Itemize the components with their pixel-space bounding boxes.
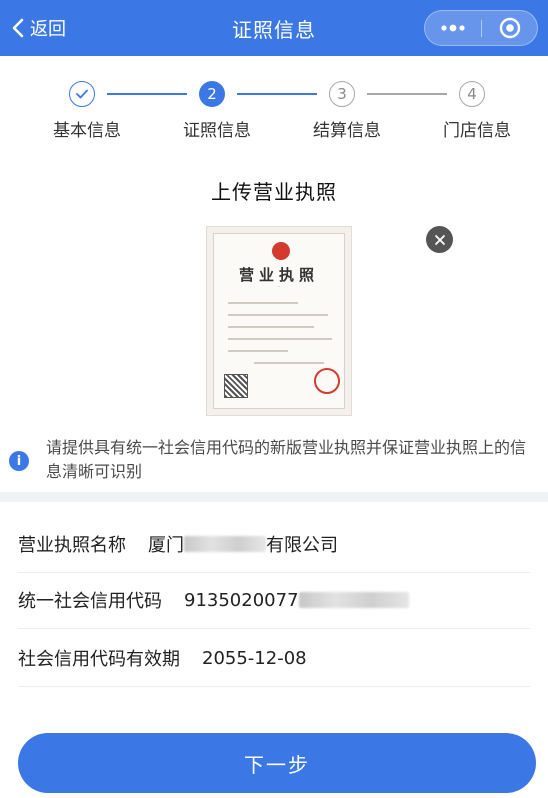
step-connector-3 [367,93,447,95]
step-1-label: 基本信息 [53,121,121,141]
step-3-number: 3 [337,85,347,103]
nav-bar: 返回 证照信息 [0,0,548,56]
step-3-label: 结算信息 [313,121,381,141]
field-separator [18,686,530,687]
redacted-text [184,536,266,552]
business-license-image[interactable]: 营业执照 · [206,226,352,416]
license-text-line [228,302,298,304]
close-icon [434,234,445,245]
qr-code-icon [224,374,248,398]
license-name-prefix: 厦门 [148,535,184,556]
license-subtitle-mark: · [278,284,280,291]
code-validity-value: 2055-12-08 [202,647,307,669]
field-separator [18,628,530,629]
code-validity-label: 社会信用代码有效期 [18,649,180,670]
field-separator [18,572,530,573]
license-name-suffix: 有限公司 [266,535,338,556]
close-program-button[interactable] [482,11,538,45]
license-text-line [228,350,288,352]
upload-section-title: 上传营业执照 [211,180,337,204]
license-text-line [228,314,328,316]
license-name-label: 营业执照名称 [18,535,126,556]
credit-code-field: 统一社会信用代码 9135020077 [18,574,530,626]
upload-notice-text: 请提供具有统一社会信用代码的新版营业执照并保证营业执照上的信息清晰可识别 [46,438,527,481]
license-text-line [228,326,314,328]
step-1-circle [69,81,95,107]
section-divider [0,492,548,502]
next-step-button[interactable]: 下一步 [18,733,536,793]
redacted-text [298,592,409,608]
remove-image-button[interactable] [426,226,453,253]
mini-program-capsule [424,10,538,46]
national-emblem-icon [272,242,290,260]
license-text-line [254,362,324,364]
step-4-label: 门店信息 [443,121,511,141]
info-icon: i [9,451,29,471]
step-2-circle: 2 [199,81,225,107]
more-dots-icon [441,24,465,32]
license-name-field: 营业执照名称 厦门 有限公司 [18,518,530,570]
license-title: 营业执照 [238,266,319,284]
credit-code-value: 9135020077 [184,590,409,611]
step-2-label: 证照信息 [183,121,251,141]
credit-code-prefix: 9135020077 [184,589,299,611]
code-validity-field: 社会信用代码有效期 2055-12-08 [18,632,530,684]
license-name-value: 厦门 有限公司 [148,531,338,557]
target-circle-icon [499,17,521,39]
license-frame: 营业执照 · [213,233,345,409]
step-4-number: 4 [467,85,477,103]
more-button[interactable] [425,11,481,45]
credit-code-label: 统一社会信用代码 [18,591,162,612]
license-text-line [228,338,332,340]
step-4-circle: 4 [459,81,485,107]
step-3-circle: 3 [329,81,355,107]
step-2-number: 2 [207,85,217,103]
step-connector-1 [107,93,187,95]
step-connector-2 [237,93,317,95]
check-icon [76,89,88,99]
official-seal-icon [314,368,340,394]
